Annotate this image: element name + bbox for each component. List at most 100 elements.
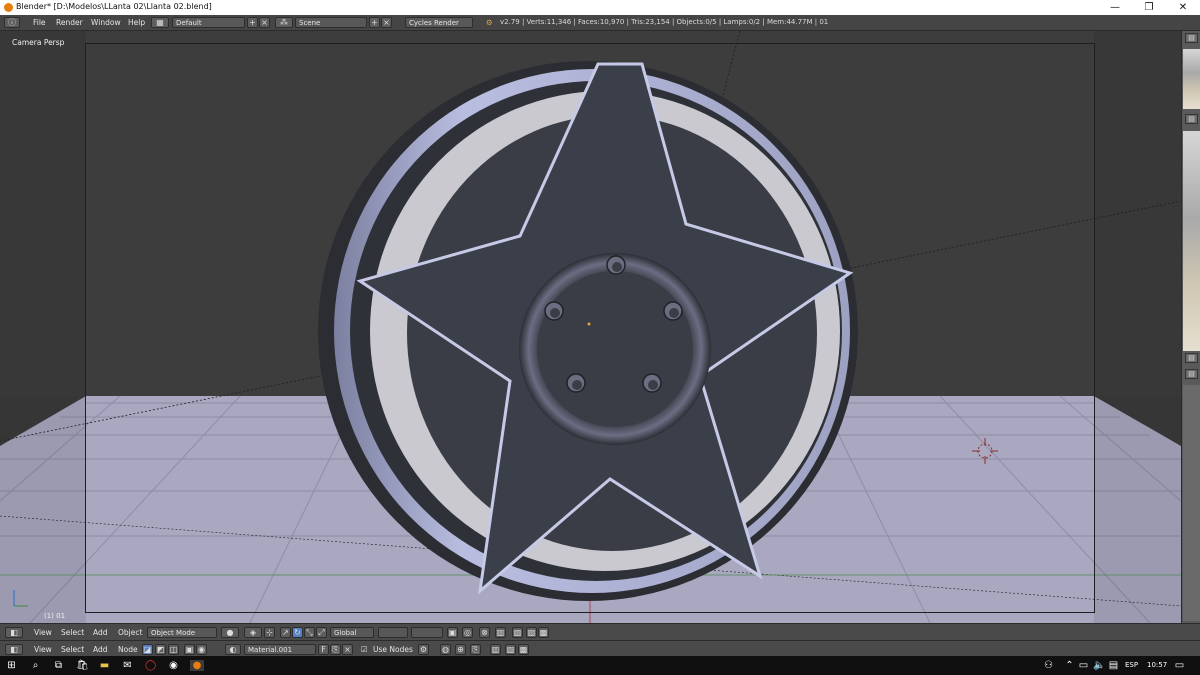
blender-status-icon: ⚙ [486,18,493,27]
node-editor-header: ◧ View Select Add Node ◪ ◩ ◫ ▣ ◉ ◐ Mater… [0,640,1200,657]
world-shader-icon[interactable]: ◉ [196,644,207,655]
snap-icon[interactable]: ⊗ [479,627,490,638]
window-title: Blender* [D:\Modelos\LLanta 02\Llanta 02… [16,2,212,11]
task-view-icon[interactable]: ⧉ [53,660,64,671]
chrome-icon[interactable]: ◉ [168,660,179,671]
editor-type-node-icon[interactable]: ◧ [5,644,23,655]
notifications-icon[interactable]: ▭ [1174,660,1185,671]
scene-icon[interactable]: ⁂ [275,17,293,28]
view-name-label: Camera Persp [12,38,65,47]
scale-handles-icon[interactable]: ⤢ [316,627,327,638]
menu-object[interactable]: Object [118,627,142,638]
node-snap-element-icon[interactable]: ⊕ [455,644,466,655]
proportional-edit-icon[interactable]: ◎ [462,627,473,638]
menu-help[interactable]: Help [128,17,145,28]
menu-render[interactable]: Render [56,17,83,28]
manipulator-icon[interactable]: ⊹ [264,627,275,638]
reference-image-preview [1183,131,1200,351]
volume-icon[interactable]: 🔈 [1093,660,1105,671]
os-taskbar: ⊞ ⌕ ⧉ 🛍 ▬ ✉ ◯ ◉ ● ⚇ ⌃ ▭ 🔈 ▤ ESP 10:57 ▭ [0,656,1200,675]
view3d-header: ◧ View Select Add Object Object Mode ● ◈… [0,623,1200,641]
clock[interactable]: 10:57 [1147,661,1167,669]
layers-grid-a[interactable] [378,627,408,638]
use-nodes-label: Use Nodes [373,645,413,654]
properties-strip: ▤ ▤ ▤ ▤ [1181,31,1200,623]
interaction-mode-select[interactable]: Object Mode [147,627,217,638]
object-shader-icon[interactable]: ▣ [184,644,195,655]
strip-scroll-area [1183,385,1200,621]
reference-image-thumbnail [1183,49,1200,109]
camera-render-icon[interactable]: ▩ [538,627,549,638]
menu-node-add[interactable]: Add [93,644,108,655]
remove-layout-icon[interactable]: × [259,17,270,28]
store-icon[interactable]: 🛍 [76,660,89,671]
compositing-nodes-icon[interactable]: ◩ [155,644,166,655]
opengl-render-icon[interactable]: ▧ [512,627,523,638]
maximize-button[interactable]: ❐ [1132,0,1166,15]
node-tree-icon[interactable]: ▧ [505,644,516,655]
use-nodes-checkbox[interactable]: ☑ [361,644,368,655]
minimize-button[interactable]: — [1098,0,1132,15]
blender-taskbar-icon[interactable]: ● [190,660,204,671]
new-material-icon[interactable]: ⎘ [330,644,341,655]
transform-orientation-select[interactable]: Global [330,627,374,638]
mail-icon[interactable]: ✉ [122,660,133,671]
node-snap-icon[interactable]: ◍ [440,644,451,655]
node-render-icon[interactable]: ▩ [518,644,529,655]
current-frame-label: (1) 01 [44,612,66,620]
viewport-shading-icon[interactable]: ● [221,627,239,638]
add-scene-icon[interactable]: + [369,17,380,28]
fake-user-toggle[interactable]: F [318,644,329,655]
3d-viewport[interactable]: Camera Persp (1) 01 [0,31,1181,623]
menu-node[interactable]: Node [118,644,138,655]
menu-node-select[interactable]: Select [61,644,84,655]
scale-icon[interactable]: ⤡ [304,627,315,638]
menu-view[interactable]: View [34,627,52,638]
add-layout-icon[interactable]: + [247,17,258,28]
layer-lock-icon[interactable]: ▣ [447,627,458,638]
pivot-point-icon[interactable]: ◈ [244,627,262,638]
messaging-icon[interactable]: ▤ [1108,660,1119,671]
window-controls: — ❐ ✕ [1098,0,1200,15]
search-icon[interactable]: ⌕ [30,660,41,671]
menu-node-view[interactable]: View [34,644,52,655]
snap-element-icon[interactable]: ▥ [495,627,506,638]
image-editor-icon[interactable]: ▤ [1185,353,1198,363]
panel-collapse-icon[interactable]: ▤ [1185,369,1198,379]
file-explorer-icon[interactable]: ▬ [99,660,110,671]
material-field[interactable]: Material.001 [244,644,316,655]
properties-editor-icon[interactable]: ▤ [1185,33,1198,43]
backdrop-icon[interactable]: ⚙ [418,644,429,655]
menu-add[interactable]: Add [93,627,108,638]
render-animation-icon[interactable]: ▨ [526,627,537,638]
screen-layout-field[interactable]: Default [172,17,245,28]
shader-nodes-icon[interactable]: ◪ [142,644,153,655]
editor-type-3dview-icon[interactable]: ◧ [5,627,23,638]
network-icon[interactable]: ▭ [1078,660,1089,671]
close-button[interactable]: ✕ [1166,0,1200,15]
tray-chevron-icon[interactable]: ⌃ [1064,660,1075,671]
render-engine-select[interactable]: Cycles Render [405,17,473,28]
menu-window[interactable]: Window [91,17,121,28]
input-language[interactable]: ESP [1125,661,1138,669]
menu-file[interactable]: File [33,17,46,28]
panel-toggle-icon[interactable]: ▤ [1185,114,1198,124]
paste-nodes-icon[interactable]: ▥ [490,644,501,655]
copy-nodes-icon[interactable]: ⎘ [470,644,481,655]
camera-frame [85,43,1095,613]
screen-layout-icon[interactable]: ▦ [151,17,169,28]
menu-select[interactable]: Select [61,627,84,638]
translate-icon[interactable]: ↗ [280,627,291,638]
windows-start-icon[interactable]: ⊞ [6,660,17,671]
texture-nodes-icon[interactable]: ◫ [168,644,179,655]
editor-type-info-icon[interactable]: ⓘ [4,17,20,28]
people-icon[interactable]: ⚇ [1043,660,1054,671]
rotate-icon[interactable]: ↻ [292,627,303,638]
unlink-material-icon[interactable]: × [342,644,353,655]
window-titlebar: Blender* [D:\Modelos\LLanta 02\Llanta 02… [0,0,1200,15]
remove-scene-icon[interactable]: × [381,17,392,28]
opera-icon[interactable]: ◯ [145,660,156,671]
material-slot-icon[interactable]: ◐ [225,644,241,655]
scene-field[interactable]: Scene [295,17,367,28]
layers-grid-b[interactable] [411,627,443,638]
